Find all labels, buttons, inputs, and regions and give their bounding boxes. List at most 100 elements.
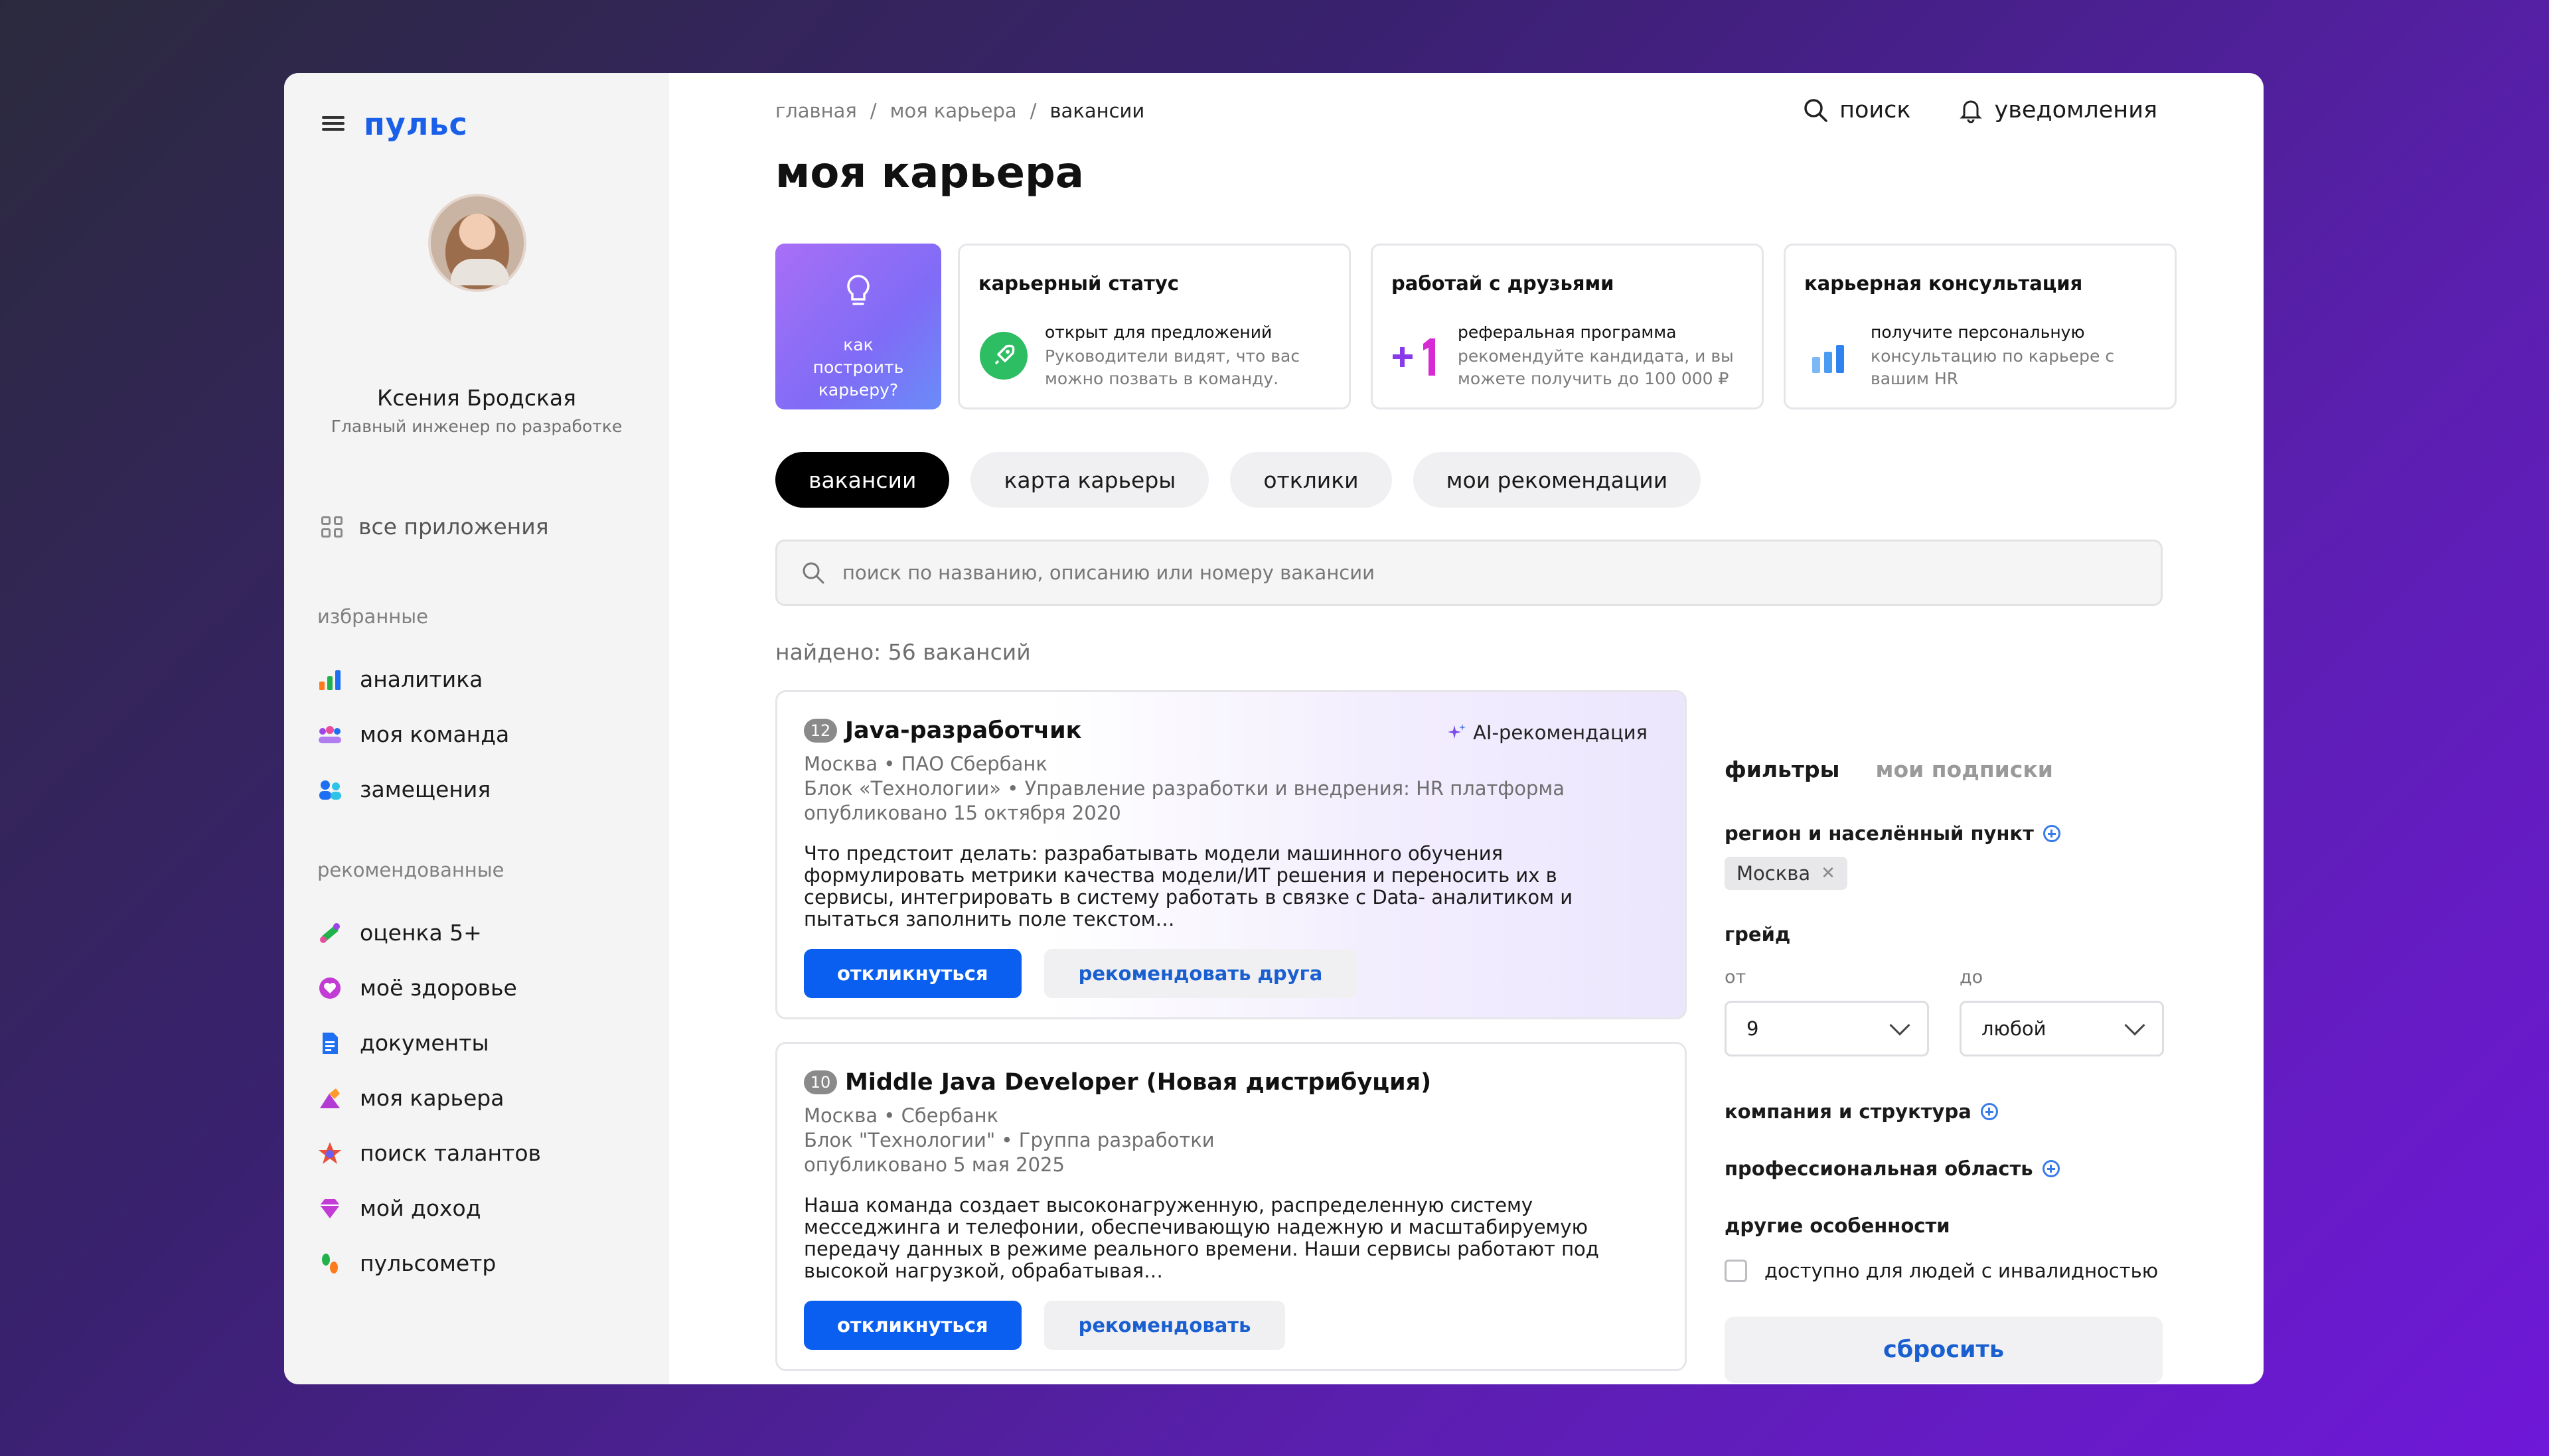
career-tabs: вакансии карта карьеры отклики мои реком…: [775, 452, 1701, 508]
apply-button[interactable]: откликнуться: [804, 949, 1022, 998]
team-icon: [319, 725, 341, 743]
search-icon: [803, 562, 824, 584]
grade-from-select[interactable]: 9: [1725, 1001, 1929, 1056]
prof-area-label: профессиональная область: [1725, 1157, 2033, 1180]
grade-to-group: до любой: [1960, 967, 2164, 1056]
vacancy-date: опубликовано 15 октября 2020: [804, 802, 1121, 824]
add-circle-icon[interactable]: [2043, 825, 2060, 842]
sidebar-item-team[interactable]: моя команда: [317, 707, 509, 762]
grade-label: грейд: [1725, 923, 1791, 946]
referral-card[interactable]: работай с друзьями реферальная программа…: [1371, 244, 1764, 409]
vacancy-department: Блок «Технологии» • Управление разработк…: [804, 777, 1565, 800]
documents-icon: [323, 1032, 338, 1054]
vacancy-description: Что предстоит делать: разрабатывать моде…: [804, 842, 1573, 930]
search-button-label: поиск: [1839, 97, 1911, 123]
close-icon[interactable]: ✕: [1821, 863, 1835, 883]
accessibility-checkbox-row[interactable]: доступно для людей с инвалидностью: [1725, 1260, 2163, 1282]
card-subtitle: получите персональную: [1871, 323, 2085, 342]
all-apps-link[interactable]: все приложения: [321, 514, 549, 540]
tab-vacancies[interactable]: вакансии: [775, 452, 950, 508]
card-title: работай с друзьями: [1391, 272, 1614, 295]
vacancy-meta: Москва • Сбербанк Блок "Технологии" • Гр…: [804, 1104, 1658, 1177]
sidebar-item-analytics[interactable]: аналитика: [317, 652, 509, 707]
breadcrumb-home[interactable]: главная: [775, 100, 857, 122]
menu-icon[interactable]: [322, 113, 345, 135]
region-label: регион и населённый пункт: [1725, 822, 2034, 845]
prof-area-filter-header[interactable]: профессиональная область: [1725, 1157, 2163, 1180]
talent-icon: [319, 1141, 341, 1164]
tab-responses[interactable]: отклики: [1230, 452, 1392, 508]
avatar[interactable]: [428, 194, 526, 292]
sidebar-item-health[interactable]: моё здоровье: [317, 960, 541, 1015]
card-description: Руководители видят, что вас можно позват…: [1045, 346, 1300, 388]
ai-recommendation-tag: AI-рекомендация: [1446, 721, 1648, 744]
sidebar-item-talent[interactable]: поиск талантов: [317, 1126, 541, 1181]
chevron-down-icon: [2124, 1015, 2145, 1036]
breadcrumb-career[interactable]: моя карьера: [890, 100, 1017, 122]
career-status-card[interactable]: карьерный статус открыт для предложений …: [958, 244, 1351, 409]
all-apps-label: все приложения: [358, 514, 549, 540]
grade-range: от 9 до любой: [1725, 967, 2164, 1056]
vacancy-department: Блок "Технологии" • Группа разработки: [804, 1129, 1215, 1151]
sidebar-item-pulsometer[interactable]: пульсометр: [317, 1236, 541, 1291]
favorites-title: избранные: [317, 605, 428, 628]
other-features-label: другие особенности: [1725, 1214, 1950, 1237]
region-chip-label: Москва: [1737, 862, 1811, 885]
sidebar-item-rating[interactable]: оценка 5+: [317, 905, 541, 960]
apply-button[interactable]: откликнуться: [804, 1301, 1022, 1350]
region-chip[interactable]: Москва ✕: [1725, 857, 1847, 890]
sidebar: пульс Ксения Бродская Главный инженер по…: [284, 73, 669, 1384]
sidebar-item-documents[interactable]: документы: [317, 1015, 541, 1070]
tab-career-map[interactable]: карта карьеры: [970, 452, 1209, 508]
recommend-button[interactable]: рекомендовать: [1043, 1301, 1286, 1350]
notifications-label: уведомления: [1994, 97, 2157, 123]
card-title: карьерный статус: [978, 272, 1179, 295]
accessibility-checkbox[interactable]: [1725, 1260, 1747, 1282]
grade-from-value: 9: [1746, 1017, 1759, 1040]
card-subtitle: открыт для предложений: [1045, 323, 1273, 342]
main-content: главная / моя карьера / вакансии поиск у…: [669, 73, 2264, 1384]
company-filter-header[interactable]: компания и структура: [1725, 1100, 2163, 1123]
sidebar-item-income[interactable]: мой доход: [317, 1181, 541, 1236]
region-filter-header[interactable]: регион и населённый пункт: [1725, 822, 2163, 845]
app-logo[interactable]: пульс: [364, 106, 468, 142]
tab-filters[interactable]: фильтры: [1725, 757, 1840, 782]
vacancy-search-input[interactable]: поиск по названию, описанию или номеру в…: [775, 540, 2163, 606]
sidebar-item-career[interactable]: моя карьера: [317, 1070, 541, 1126]
plus-one-icon: [1393, 338, 1435, 376]
vacancy-title[interactable]: 10 Middle Java Developer (Новая дистрибу…: [804, 1069, 1658, 1096]
ai-tag-label: AI-рекомендация: [1473, 721, 1648, 744]
how-to-build-career-card[interactable]: как построить карьеру?: [775, 244, 941, 409]
bell-icon: [1959, 100, 1982, 123]
add-circle-icon[interactable]: [2042, 1160, 2060, 1177]
filters-panel: фильтры мои подписки регион и населённый…: [1725, 757, 2164, 1383]
breadcrumb: главная / моя карьера / вакансии: [775, 100, 1144, 122]
region-chips: Москва ✕: [1725, 857, 2163, 890]
add-circle-icon[interactable]: [1980, 1103, 1998, 1120]
sidebar-item-label: документы: [360, 1030, 489, 1056]
vacancy-actions: откликнуться рекомендовать друга: [804, 949, 1658, 998]
search-button[interactable]: поиск: [1802, 97, 1911, 123]
reset-filters-button[interactable]: сбросить: [1725, 1317, 2163, 1383]
tab-my-recommendations[interactable]: мои рекомендации: [1413, 452, 1701, 508]
vacancy-card[interactable]: 10 Middle Java Developer (Новая дистрибу…: [775, 1042, 1687, 1371]
app-window: пульс Ксения Бродская Главный инженер по…: [284, 73, 2264, 1384]
career-icon: [320, 1088, 340, 1108]
rocket-icon: [980, 332, 1028, 380]
career-consultation-card[interactable]: карьерная консультация получите персонал…: [1784, 244, 2177, 409]
card-subtitle: реферальная программа: [1458, 323, 1677, 342]
tab-subscriptions[interactable]: мои подписки: [1876, 757, 2053, 782]
vacancy-title-text: Middle Java Developer (Новая дистрибуция…: [845, 1069, 1432, 1096]
card-description: рекомендуйте кандидата, и вы можете полу…: [1458, 346, 1734, 388]
match-badge: 12: [804, 719, 837, 743]
grade-to-select[interactable]: любой: [1960, 1001, 2164, 1056]
vacancy-meta: Москва • ПАО Сбербанк Блок «Технологии» …: [804, 752, 1658, 826]
recommend-friend-button[interactable]: рекомендовать друга: [1043, 949, 1357, 998]
search-placeholder: поиск по названию, описанию или номеру в…: [842, 561, 1375, 584]
results-count: найдено: 56 вакансий: [775, 639, 1031, 665]
vacancy-card[interactable]: 12 Java-разработчик AI-рекомендация Моск…: [775, 690, 1687, 1019]
vacancy-description: Наша команда создает высоконагруженную, …: [804, 1194, 1599, 1282]
pulsometer-icon: [322, 1253, 338, 1274]
notifications-button[interactable]: уведомления: [1958, 97, 2157, 123]
sidebar-item-substitution[interactable]: замещения: [317, 762, 509, 817]
